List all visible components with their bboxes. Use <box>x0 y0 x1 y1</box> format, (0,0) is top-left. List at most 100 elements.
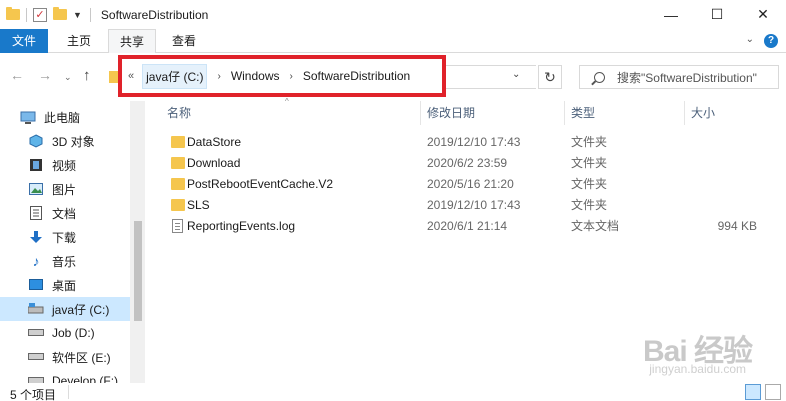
column-header-size[interactable]: 大小 <box>685 101 775 125</box>
sidebar-item-label: 视频 <box>52 158 77 173</box>
film-icon <box>28 158 44 172</box>
file-name: ReportingEvents.log <box>187 219 296 233</box>
sidebar-item-drive-e[interactable]: 软件区 (E:) <box>0 345 130 369</box>
file-name: Download <box>187 156 241 170</box>
sidebar-item-pictures[interactable]: 图片 <box>0 177 130 201</box>
help-icon[interactable]: ? <box>764 34 778 48</box>
expand-ribbon-icon[interactable]: ⌄ <box>746 34 754 45</box>
picture-icon <box>28 182 44 196</box>
sidebar-item-downloads[interactable]: 下载 <box>0 225 130 249</box>
drive-icon <box>28 326 44 340</box>
address-overflow-icon[interactable]: « <box>128 70 134 82</box>
file-modified: 2020/5/16 21:20 <box>427 177 514 191</box>
breadcrumb-softwaredistribution[interactable]: SoftwareDistribution <box>303 69 410 83</box>
up-button[interactable]: ↑ <box>83 67 91 84</box>
breadcrumb-windows[interactable]: Windows <box>231 69 280 83</box>
sidebar-item-label: 此电脑 <box>44 110 81 125</box>
sidebar-item-desktop[interactable]: 桌面 <box>0 273 130 297</box>
table-row[interactable]: DataStore 2019/12/10 17:43 文件夹 <box>163 132 773 153</box>
customize-toolbar-icon[interactable]: ▼ <box>73 10 82 20</box>
tab-view[interactable]: 查看 <box>163 29 205 53</box>
sidebar-item-drive-d[interactable]: Job (D:) <box>0 321 130 345</box>
details-view-icon[interactable] <box>745 384 761 400</box>
table-row[interactable]: PostRebootEventCache.V2 2020/5/16 21:20 … <box>163 174 773 195</box>
minimize-button[interactable]: — <box>648 0 694 29</box>
file-type: 文件夹 <box>571 156 608 170</box>
sidebar-item-label: java仔 (C:) <box>52 302 110 317</box>
tab-share[interactable]: 共享 <box>108 29 156 53</box>
cube-icon <box>28 134 44 148</box>
maximize-button[interactable]: ☐ <box>694 0 740 29</box>
drive-icon <box>28 374 44 383</box>
address-bar[interactable]: « java仔 (C:) › Windows › SoftwareDistrib… <box>118 55 446 97</box>
sidebar-item-label: 文档 <box>52 206 77 221</box>
large-icons-view-icon[interactable] <box>765 384 781 400</box>
drive-icon <box>28 350 44 364</box>
file-name: SLS <box>187 198 210 212</box>
table-row[interactable]: SLS 2019/12/10 17:43 文件夹 <box>163 195 773 216</box>
chevron-right-icon[interactable]: › <box>290 71 293 82</box>
file-type: 文件夹 <box>571 177 608 191</box>
file-modified: 2020/6/1 21:14 <box>427 219 508 233</box>
folder-icon <box>171 136 185 148</box>
sidebar-item-drive-c[interactable]: java仔 (C:) <box>0 297 130 321</box>
address-bar-extension[interactable] <box>446 65 536 89</box>
file-size <box>723 195 757 216</box>
breadcrumb-drive[interactable]: java仔 (C:) <box>142 63 208 89</box>
divider <box>89 7 91 22</box>
status-bar: 5 个项目 <box>0 383 786 401</box>
title-bar: ✓ ▼ SoftwareDistribution — ☐ ✕ <box>0 0 786 29</box>
music-icon: ♪ <box>32 253 40 269</box>
forward-button[interactable]: → <box>38 67 52 83</box>
sidebar-scrollbar-thumb[interactable] <box>134 221 142 321</box>
sidebar-item-3d-objects[interactable]: 3D 对象 <box>0 129 130 153</box>
watermark-url: jingyan.baidu.com <box>649 362 746 376</box>
close-button[interactable]: ✕ <box>740 0 786 29</box>
file-modified: 2019/12/10 17:43 <box>427 198 521 212</box>
file-size <box>723 132 757 153</box>
back-button[interactable]: ← <box>10 67 24 83</box>
refresh-button[interactable]: ↻ <box>538 65 562 89</box>
chevron-right-icon[interactable]: › <box>217 71 220 82</box>
recent-locations-icon[interactable]: ⌄ <box>64 72 72 83</box>
sidebar-item-documents[interactable]: 文档 <box>0 201 130 225</box>
download-icon <box>28 230 44 244</box>
column-header-name[interactable]: 名称 <box>161 101 421 125</box>
sidebar-item-label: 下载 <box>52 230 77 245</box>
navigation-bar: ← → ⌄ ↑ « java仔 (C:) › Windows › Softwar… <box>0 53 786 101</box>
sidebar-item-label: 图片 <box>52 182 77 197</box>
file-type: 文本文档 <box>571 219 620 233</box>
file-name: DataStore <box>187 135 242 149</box>
column-header-modified[interactable]: 修改日期 <box>421 101 565 125</box>
file-type: 文件夹 <box>571 198 608 212</box>
item-count: 5 个项目 <box>10 388 57 401</box>
file-name: PostRebootEventCache.V2 <box>187 177 334 191</box>
file-size <box>723 174 757 195</box>
folder-icon <box>171 157 185 169</box>
table-row[interactable]: ReportingEvents.log 2020/6/1 21:14 文本文档 … <box>163 216 773 237</box>
sidebar-item-music[interactable]: ♪ 音乐 <box>0 249 130 273</box>
new-folder-icon[interactable] <box>53 7 67 20</box>
tab-file[interactable]: 文件 <box>0 29 48 53</box>
column-header-type[interactable]: 类型 <box>565 101 685 125</box>
drive-icon <box>28 302 44 316</box>
sidebar-item-videos[interactable]: 视频 <box>0 153 130 177</box>
file-size <box>723 153 757 174</box>
folder-icon <box>171 178 185 190</box>
quick-access-toolbar: ✓ ▼ <box>0 7 82 22</box>
sidebar-item-label: 3D 对象 <box>52 134 95 149</box>
file-modified: 2019/12/10 17:43 <box>427 135 521 149</box>
sidebar-item-drive-f[interactable]: Develop (F:) <box>0 369 130 383</box>
table-row[interactable]: Download 2020/6/2 23:59 文件夹 <box>163 153 773 174</box>
sidebar-item-this-pc[interactable]: 此电脑 <box>0 105 130 129</box>
file-type: 文件夹 <box>571 135 608 149</box>
sidebar-item-label: Job (D:) <box>52 326 95 340</box>
properties-icon[interactable]: ✓ <box>33 7 47 22</box>
search-input[interactable]: 搜索"SoftwareDistribution" <box>579 65 779 89</box>
divider <box>26 7 27 22</box>
chevron-down-icon[interactable]: ⌄ <box>512 69 520 80</box>
search-placeholder: 搜索"SoftwareDistribution" <box>617 70 757 85</box>
tab-home[interactable]: 主页 <box>58 29 100 53</box>
text-file-icon <box>172 219 183 233</box>
folder-icon <box>171 199 185 211</box>
